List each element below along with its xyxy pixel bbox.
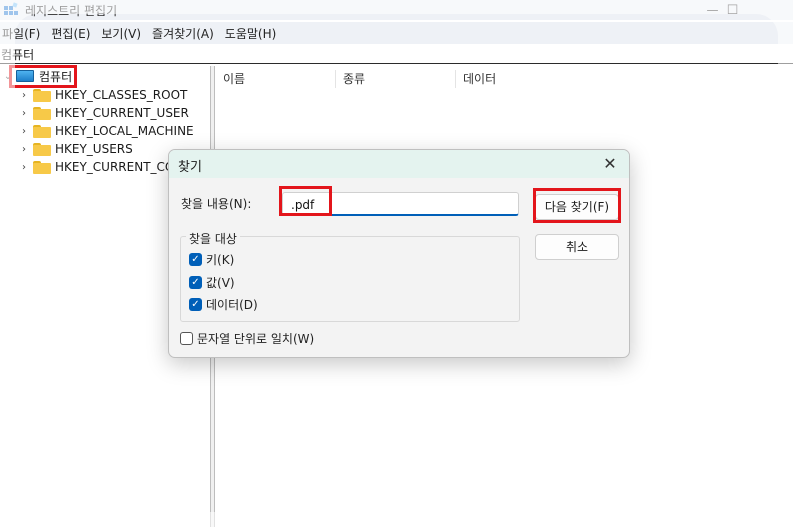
folder-icon (33, 160, 51, 174)
tree-item-hklm[interactable]: › HKEY_LOCAL_MACHINE (18, 122, 194, 140)
checkmark-icon[interactable]: ✓ (189, 252, 202, 266)
tree-item-hkcu[interactable]: › HKEY_CURRENT_USER (18, 104, 189, 122)
menu-favorites[interactable]: 즐겨찾기(A) (152, 25, 214, 42)
tree-item-label: HKEY_CLASSES_ROOT (55, 88, 188, 102)
chevron-right-icon[interactable]: › (18, 162, 30, 173)
tree-item-label: HKEY_CURRENT_USER (55, 106, 189, 120)
highlight-box (9, 65, 77, 88)
menu-view[interactable]: 보기(V) (101, 25, 141, 42)
checkbox-box[interactable] (180, 331, 193, 345)
look-at-group-title: 찾을 대상 (186, 230, 240, 247)
tree-item-hku[interactable]: › HKEY_USERS (18, 140, 133, 158)
tree-item-label: HKEY_LOCAL_MACHINE (55, 124, 194, 138)
highlight-box (279, 186, 332, 216)
chevron-right-icon[interactable]: › (18, 126, 30, 137)
folder-icon (33, 106, 51, 120)
tree-item-label: HKEY_USERS (55, 142, 133, 156)
tree-item-hkcc[interactable]: › HKEY_CURRENT_CON (18, 158, 183, 176)
folder-icon (33, 124, 51, 138)
chevron-right-icon[interactable]: › (18, 144, 30, 155)
column-header-type[interactable]: 종류 (336, 70, 456, 88)
dialog-title-bar: 찾기 ✕ (169, 150, 629, 178)
checkbox-label: 문자열 단위로 일치(W) (197, 331, 315, 346)
menu-file[interactable]: 파일(F) (2, 25, 40, 42)
checkbox-match-whole-string[interactable]: 문자열 단위로 일치(W) (180, 330, 314, 346)
find-dialog: 찾기 ✕ 찾을 내용(N): 찾을 대상 ✓ 키(K) ✓ 값(V) ✓ 데이터… (168, 149, 630, 358)
folder-icon (33, 142, 51, 156)
folder-icon (33, 88, 51, 102)
menu-edit[interactable]: 편집(E) (51, 25, 90, 42)
chevron-right-icon[interactable]: › (18, 108, 30, 119)
checkbox-label: 값(V) (206, 275, 235, 290)
cancel-button[interactable]: 취소 (535, 234, 619, 260)
checkbox-values[interactable]: ✓ 값(V) (189, 274, 235, 290)
checkbox-keys[interactable]: ✓ 키(K) (189, 251, 234, 267)
tree-item-hkcr[interactable]: › HKEY_CLASSES_ROOT (18, 86, 187, 104)
registry-editor-icon (4, 2, 18, 15)
title-bar: 레지스트리 편집기 — ☐ (0, 0, 793, 20)
close-icon[interactable]: ✕ (599, 153, 621, 175)
maximize-button[interactable]: ☐ (710, 0, 755, 20)
highlight-box (533, 188, 621, 223)
window-title: 레지스트리 편집기 (25, 4, 118, 18)
checkbox-label: 키(K) (206, 252, 235, 267)
menu-help[interactable]: 도움말(H) (225, 25, 277, 42)
chevron-right-icon[interactable]: › (18, 90, 30, 101)
address-bar[interactable]: 컴퓨터 (0, 46, 793, 64)
checkmark-icon[interactable]: ✓ (189, 275, 202, 289)
tree-item-label: HKEY_CURRENT_CON (55, 160, 184, 174)
column-header-data[interactable]: 데이터 (456, 70, 656, 88)
checkbox-label: 데이터(D) (206, 297, 258, 312)
checkbox-data[interactable]: ✓ 데이터(D) (189, 296, 258, 312)
dialog-title: 찾기 (178, 160, 202, 175)
find-what-label: 찾을 내용(N): (181, 197, 252, 211)
column-header-name[interactable]: 이름 (216, 70, 336, 88)
checkmark-icon[interactable]: ✓ (189, 297, 202, 311)
menu-bar: 파일(F) 편집(E) 보기(V) 즐겨찾기(A) 도움말(H) (0, 22, 793, 44)
